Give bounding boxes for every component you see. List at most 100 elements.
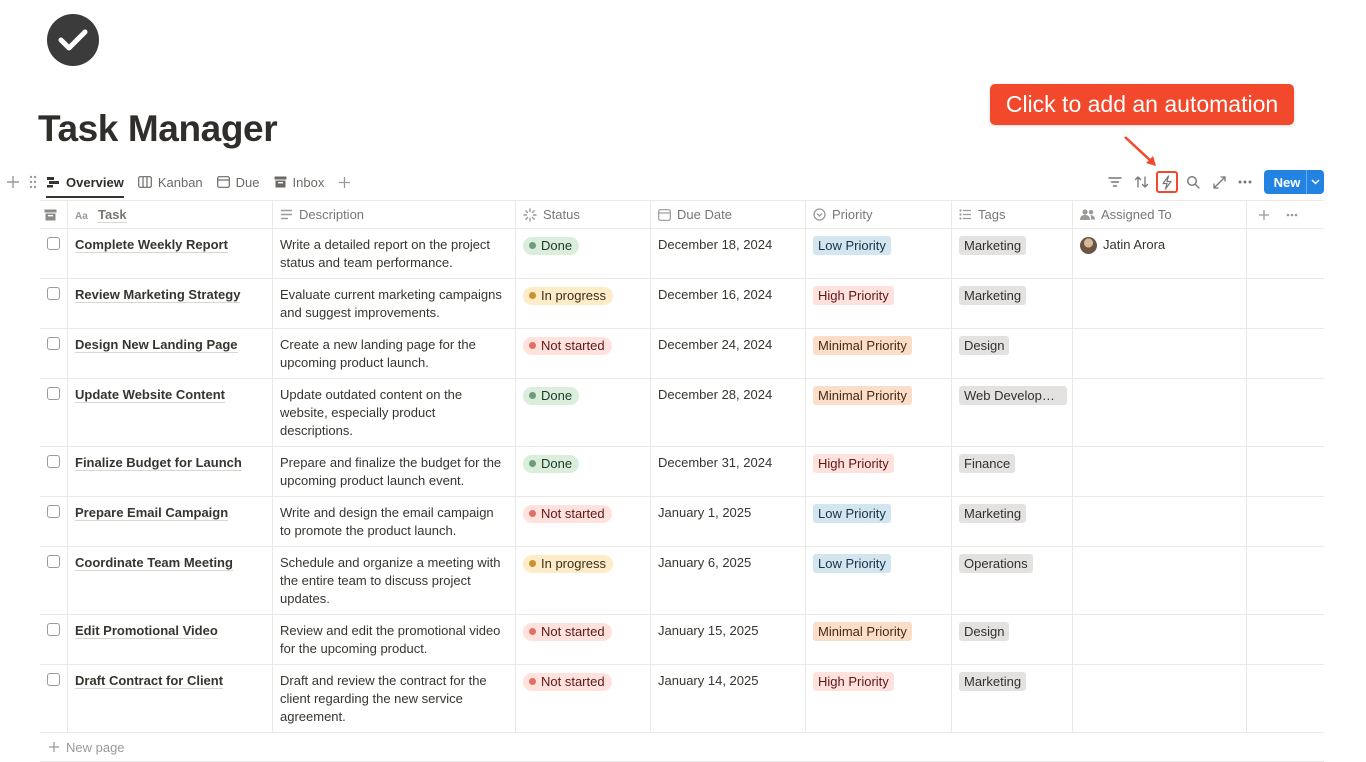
table-row[interactable]: Prepare Email Campaign Write and design … [40,497,1324,547]
task-title[interactable]: Complete Weekly Report [75,237,228,253]
sort-button[interactable] [1130,171,1152,193]
tags-cell[interactable]: Marketing [952,665,1073,732]
new-dropdown-toggle[interactable] [1306,170,1324,194]
column-header-task[interactable]: Aa Task [68,201,273,228]
due-date-cell[interactable]: December 24, 2024 [651,329,806,378]
task-cell[interactable]: Design New Landing Page [68,329,273,378]
priority-cell[interactable]: High Priority [806,665,952,732]
task-cell[interactable]: Edit Promotional Video [68,615,273,664]
due-date-cell[interactable]: December 28, 2024 [651,379,806,446]
due-date-cell[interactable]: December 18, 2024 [651,229,806,278]
task-title[interactable]: Draft Contract for Client [75,673,224,689]
task-cell[interactable]: Update Website Content [68,379,273,446]
priority-cell[interactable]: Minimal Priority [806,379,952,446]
add-view-icon[interactable] [338,176,351,189]
row-checkbox[interactable] [47,623,60,636]
tags-cell[interactable]: Marketing [952,497,1073,546]
table-row[interactable]: Update Website Content Update outdated c… [40,379,1324,447]
priority-cell[interactable]: Low Priority [806,547,952,614]
table-row[interactable]: Finalize Budget for Launch Prepare and f… [40,447,1324,497]
due-date-cell[interactable]: December 31, 2024 [651,447,806,496]
tags-cell[interactable]: Operations [952,547,1073,614]
row-checkbox[interactable] [47,455,60,468]
add-block-icon[interactable] [6,175,20,189]
assigned-cell[interactable] [1073,329,1247,378]
tags-cell[interactable]: Design [952,615,1073,664]
due-date-cell[interactable]: January 1, 2025 [651,497,806,546]
description-cell[interactable]: Schedule and organize a meeting with the… [273,547,516,614]
assigned-cell[interactable] [1073,615,1247,664]
tags-cell[interactable]: Finance [952,447,1073,496]
assigned-cell[interactable] [1073,497,1247,546]
column-header-priority[interactable]: Priority [806,201,952,228]
more-icon[interactable] [1286,213,1298,217]
task-cell[interactable]: Draft Contract for Client [68,665,273,732]
row-checkbox[interactable] [47,505,60,518]
priority-cell[interactable]: Low Priority [806,229,952,278]
task-title[interactable]: Coordinate Team Meeting [75,555,233,571]
expand-button[interactable] [1208,171,1230,193]
column-header-status[interactable]: Status [516,201,651,228]
new-button[interactable]: New [1264,170,1324,194]
header-select-all[interactable] [40,201,68,228]
due-date-cell[interactable]: January 6, 2025 [651,547,806,614]
description-cell[interactable]: Draft and review the contract for the cl… [273,665,516,732]
row-checkbox[interactable] [47,337,60,350]
table-row[interactable]: Edit Promotional Video Review and edit t… [40,615,1324,665]
check-circle-icon[interactable] [47,14,99,66]
assigned-cell[interactable] [1073,379,1247,446]
task-title[interactable]: Prepare Email Campaign [75,505,229,521]
priority-cell[interactable]: High Priority [806,279,952,328]
tags-cell[interactable]: Web Developm... [952,379,1073,446]
priority-cell[interactable]: Minimal Priority [806,329,952,378]
more-options-button[interactable] [1234,171,1256,193]
task-title[interactable]: Review Marketing Strategy [75,287,241,303]
description-cell[interactable]: Evaluate current marketing campaigns and… [273,279,516,328]
page-title[interactable]: Task Manager [38,108,278,150]
table-row[interactable]: Design New Landing Page Create a new lan… [40,329,1324,379]
status-cell[interactable]: Done [516,447,651,496]
due-date-cell[interactable]: December 16, 2024 [651,279,806,328]
tab-inbox[interactable]: Inbox [274,168,324,196]
task-title[interactable]: Update Website Content [75,387,225,403]
status-cell[interactable]: Not started [516,615,651,664]
description-cell[interactable]: Create a new landing page for the upcomi… [273,329,516,378]
tags-cell[interactable]: Marketing [952,279,1073,328]
description-cell[interactable]: Review and edit the promotional video fo… [273,615,516,664]
task-cell[interactable]: Review Marketing Strategy [68,279,273,328]
row-checkbox[interactable] [47,287,60,300]
description-cell[interactable]: Write a detailed report on the project s… [273,229,516,278]
assignee[interactable]: Jatin Arora [1080,236,1239,254]
status-cell[interactable]: Not started [516,497,651,546]
column-header-assigned-to[interactable]: Assigned To [1073,201,1247,228]
tags-cell[interactable]: Marketing [952,229,1073,278]
assigned-cell[interactable] [1073,279,1247,328]
status-cell[interactable]: Not started [516,329,651,378]
status-cell[interactable]: Done [516,379,651,446]
row-checkbox[interactable] [47,237,60,250]
automation-button[interactable] [1156,171,1178,193]
search-button[interactable] [1182,171,1204,193]
filter-button[interactable] [1104,171,1126,193]
task-cell[interactable]: Complete Weekly Report [68,229,273,278]
tags-cell[interactable]: Design [952,329,1073,378]
tab-due[interactable]: Due [216,168,260,196]
assigned-cell[interactable] [1073,665,1247,732]
task-title[interactable]: Design New Landing Page [75,337,238,353]
assigned-cell[interactable] [1073,447,1247,496]
status-cell[interactable]: Not started [516,665,651,732]
drag-handle-icon[interactable] [28,175,38,189]
status-cell[interactable]: In progress [516,279,651,328]
task-cell[interactable]: Coordinate Team Meeting [68,547,273,614]
task-title[interactable]: Finalize Budget for Launch [75,455,242,471]
description-cell[interactable]: Prepare and finalize the budget for the … [273,447,516,496]
tab-kanban[interactable]: Kanban [137,168,203,196]
column-header-due-date[interactable]: Due Date [651,201,806,228]
task-cell[interactable]: Prepare Email Campaign [68,497,273,546]
new-page-row[interactable]: New page [40,733,1324,762]
row-checkbox[interactable] [47,555,60,568]
table-row[interactable]: Review Marketing Strategy Evaluate curre… [40,279,1324,329]
priority-cell[interactable]: Minimal Priority [806,615,952,664]
task-title[interactable]: Edit Promotional Video [75,623,218,639]
assigned-cell[interactable]: Jatin Arora [1073,229,1247,278]
